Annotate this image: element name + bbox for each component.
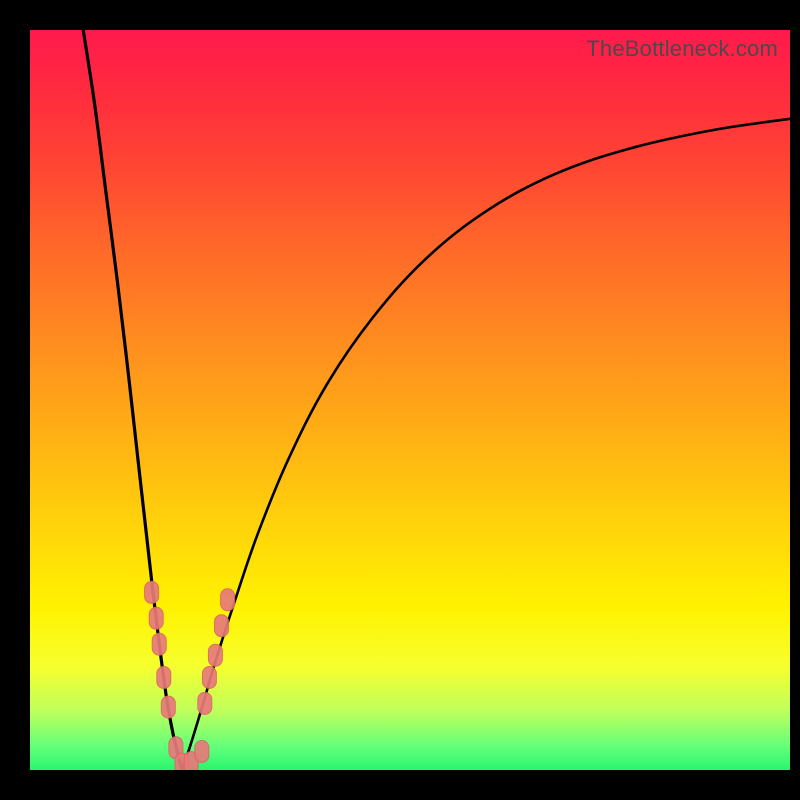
chart-svg <box>30 30 790 770</box>
plot-area: TheBottleneck.com <box>30 30 790 770</box>
curve-right-path <box>182 119 790 770</box>
curve-left <box>83 30 182 770</box>
marker <box>215 615 229 637</box>
marker <box>152 633 166 655</box>
marker <box>202 667 216 689</box>
marker <box>157 667 171 689</box>
sample-markers <box>145 581 235 770</box>
marker <box>145 581 159 603</box>
marker <box>221 589 235 611</box>
chart-frame: TheBottleneck.com <box>0 0 800 800</box>
marker <box>149 607 163 629</box>
curve-left-path <box>83 30 182 770</box>
marker <box>208 644 222 666</box>
curve-right <box>182 119 790 770</box>
marker <box>161 696 175 718</box>
marker <box>195 741 209 763</box>
marker <box>198 692 212 714</box>
